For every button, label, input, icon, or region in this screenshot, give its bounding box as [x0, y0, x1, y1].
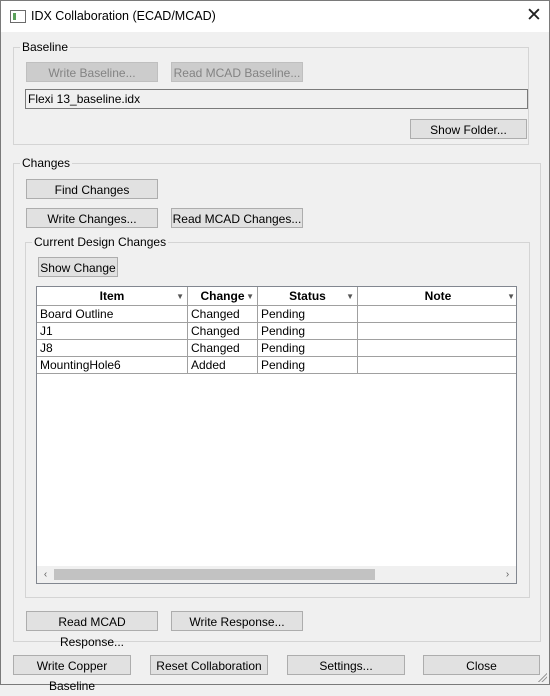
- column-header-change-label: Change: [200, 289, 245, 303]
- show-change-button[interactable]: Show Change: [38, 257, 118, 277]
- table-cell-status[interactable]: Pending: [258, 357, 358, 374]
- show-folder-button[interactable]: Show Folder...: [410, 119, 527, 139]
- scroll-left-icon[interactable]: ‹: [37, 566, 54, 583]
- read-mcad-response-button[interactable]: Read MCAD Response...: [26, 611, 158, 649]
- column-header-note[interactable]: Note ▼: [358, 287, 516, 306]
- title-bar[interactable]: IDX Collaboration (ECAD/MCAD) ✕: [1, 1, 549, 32]
- table-cell-note[interactable]: [358, 323, 516, 340]
- read-mcad-changes-button[interactable]: Read MCAD Changes...: [171, 208, 303, 228]
- find-changes-button[interactable]: Find Changes: [26, 179, 158, 199]
- table-cell-note[interactable]: [358, 340, 516, 357]
- current-design-changes-legend: Current Design Changes: [34, 235, 167, 249]
- column-header-note-label: Note: [424, 289, 452, 303]
- table-cell-note[interactable]: [358, 306, 516, 323]
- window-title: IDX Collaboration (ECAD/MCAD): [31, 9, 216, 23]
- reset-collaboration-button[interactable]: Reset Collaboration: [150, 655, 268, 675]
- table-cell-status[interactable]: Pending: [258, 306, 358, 323]
- column-header-item-label: Item: [99, 289, 125, 303]
- horizontal-scrollbar[interactable]: ‹ ›: [37, 566, 516, 583]
- changes-table[interactable]: Item ▼ Change ▼ Status ▼ Note ▼ Board Ou…: [36, 286, 517, 584]
- window-icon: [10, 10, 26, 23]
- table-cell-change[interactable]: Added: [188, 357, 258, 374]
- scrollbar-thumb[interactable]: [54, 569, 375, 580]
- write-copper-baseline-button[interactable]: Write Copper Baseline: [13, 655, 131, 693]
- read-mcad-baseline-button[interactable]: Read MCAD Baseline...: [171, 62, 303, 82]
- write-response-button[interactable]: Write Response...: [171, 611, 303, 631]
- write-changes-button[interactable]: Write Changes...: [26, 208, 158, 228]
- table-cell-item[interactable]: J1: [37, 323, 188, 340]
- sort-dropdown-icon[interactable]: ▼: [346, 287, 354, 306]
- write-baseline-button[interactable]: Write Baseline...: [26, 62, 158, 82]
- table-cell-item[interactable]: MountingHole6: [37, 357, 188, 374]
- column-header-change[interactable]: Change ▼: [188, 287, 258, 306]
- resize-grip-icon[interactable]: [537, 672, 547, 682]
- sort-dropdown-icon[interactable]: ▼: [507, 287, 515, 306]
- table-cell-change[interactable]: Changed: [188, 306, 258, 323]
- idx-collaboration-dialog: IDX Collaboration (ECAD/MCAD) ✕ Baseline…: [0, 0, 550, 693]
- column-header-status-label: Status: [289, 289, 326, 303]
- close-button[interactable]: Close: [423, 655, 540, 675]
- column-header-item[interactable]: Item ▼: [37, 287, 188, 306]
- table-cell-item[interactable]: Board Outline: [37, 306, 188, 323]
- close-icon[interactable]: ✕: [519, 1, 549, 32]
- table-cell-status[interactable]: Pending: [258, 340, 358, 357]
- column-header-status[interactable]: Status ▼: [258, 287, 358, 306]
- scroll-right-icon[interactable]: ›: [499, 566, 516, 583]
- table-cell-change[interactable]: Changed: [188, 340, 258, 357]
- changes-legend: Changes: [22, 156, 71, 170]
- table-cell-note[interactable]: [358, 357, 516, 374]
- table-cell-change[interactable]: Changed: [188, 323, 258, 340]
- table-cell-status[interactable]: Pending: [258, 323, 358, 340]
- sort-dropdown-icon[interactable]: ▼: [246, 287, 254, 306]
- table-cell-item[interactable]: J8: [37, 340, 188, 357]
- settings-button[interactable]: Settings...: [287, 655, 405, 675]
- baseline-legend: Baseline: [22, 40, 69, 54]
- baseline-file-field[interactable]: Flexi 13_baseline.idx: [25, 89, 528, 109]
- sort-dropdown-icon[interactable]: ▼: [176, 287, 184, 306]
